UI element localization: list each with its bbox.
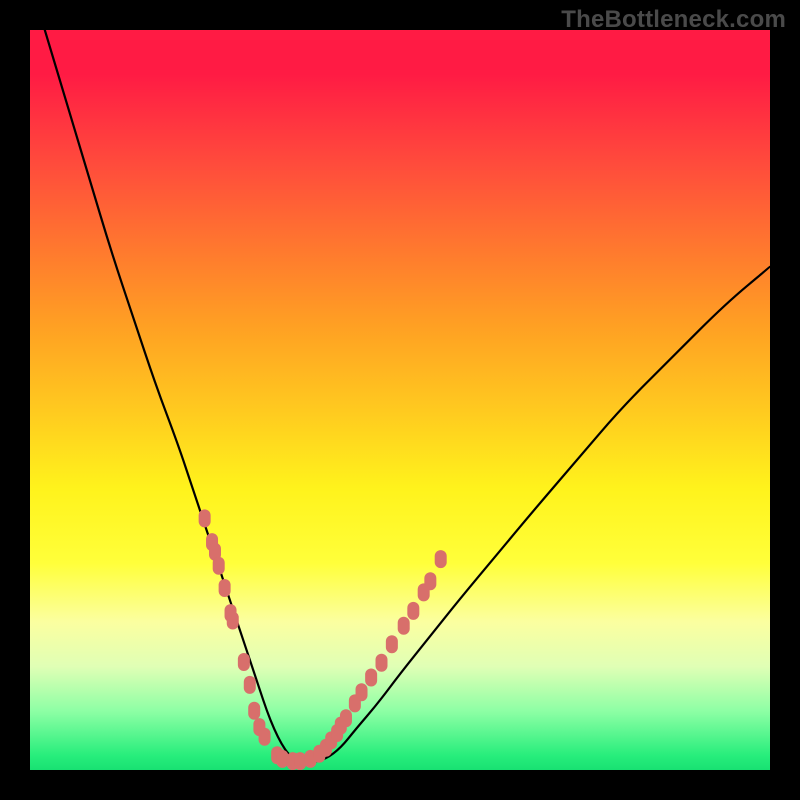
highlight-dot [313, 745, 325, 763]
chart-frame: TheBottleneck.com [0, 0, 800, 800]
highlight-dot [253, 718, 265, 736]
highlight-dot [356, 683, 368, 701]
highlight-dot [398, 617, 410, 635]
highlight-dot [320, 739, 332, 757]
watermark-text: TheBottleneck.com [561, 6, 786, 34]
highlight-dot [418, 583, 430, 601]
highlight-dot [335, 717, 347, 735]
highlight-dot [365, 669, 377, 687]
highlight-dot [287, 752, 299, 770]
highlight-dot [225, 604, 237, 622]
highlight-dot [304, 750, 316, 768]
highlight-dot [271, 746, 283, 764]
highlight-dot [325, 731, 337, 749]
highlight-dot [199, 509, 211, 527]
highlight-dot [244, 676, 256, 694]
highlight-dot [259, 728, 271, 746]
highlight-dot [206, 533, 218, 551]
highlight-dot [435, 550, 447, 568]
highlight-dot [276, 750, 288, 768]
highlight-dot [294, 752, 306, 770]
highlight-dot [219, 579, 231, 597]
highlight-dot [227, 612, 239, 630]
plot-area [30, 30, 770, 770]
highlight-dot [331, 724, 343, 742]
dots-layer [199, 509, 447, 770]
curve-layer [45, 30, 770, 763]
highlight-dot [213, 557, 225, 575]
highlight-dot [424, 572, 436, 590]
highlight-dot [376, 654, 388, 672]
highlight-dot [340, 709, 352, 727]
highlight-dot [209, 543, 221, 561]
highlight-dot [349, 694, 361, 712]
bottleneck-curve [45, 30, 770, 763]
highlight-dot [407, 602, 419, 620]
highlight-dot [238, 653, 250, 671]
chart-svg [30, 30, 770, 770]
highlight-dot [386, 635, 398, 653]
highlight-dot [248, 702, 260, 720]
